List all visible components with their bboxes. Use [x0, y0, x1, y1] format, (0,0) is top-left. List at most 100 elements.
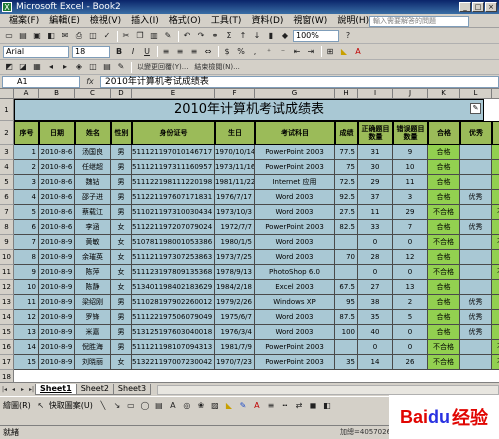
- align-center-icon[interactable]: ≡: [174, 46, 186, 58]
- table-cell[interactable]: 11: [14, 295, 39, 310]
- name-box[interactable]: A1: [2, 75, 80, 88]
- autosum-icon[interactable]: Σ: [223, 30, 235, 42]
- clipart-icon[interactable]: ❀: [195, 400, 207, 412]
- table-cell[interactable]: 女: [111, 280, 132, 295]
- header-cell[interactable]: 正确题目数量: [358, 121, 393, 145]
- oval-icon[interactable]: ◯: [139, 400, 151, 412]
- table-cell[interactable]: 14: [358, 355, 393, 370]
- decrease-decimal-icon[interactable]: ⁻: [277, 46, 289, 58]
- chart-icon[interactable]: ▮: [265, 30, 277, 42]
- header-cell[interactable]: 优秀: [460, 121, 492, 145]
- comment-icon[interactable]: ◪: [17, 61, 29, 73]
- row-header-15[interactable]: 15: [0, 325, 14, 340]
- picture-icon[interactable]: ▨: [209, 400, 221, 412]
- table-cell[interactable]: 4: [14, 190, 39, 205]
- table-cell[interactable]: Word 2003: [255, 205, 335, 220]
- line-style-icon[interactable]: ≡: [265, 400, 277, 412]
- percent-icon[interactable]: %: [235, 46, 247, 58]
- table-cell[interactable]: 0: [358, 265, 393, 280]
- table-cell[interactable]: 31: [358, 145, 393, 160]
- borders-icon[interactable]: ⊞: [324, 46, 336, 58]
- table-cell[interactable]: 2010-8-6: [39, 205, 75, 220]
- help-search-input[interactable]: 輸入需要解答的問題: [369, 16, 469, 27]
- table-cell[interactable]: 29: [358, 175, 393, 190]
- increase-indent-icon[interactable]: ⇥: [305, 46, 317, 58]
- table-cell[interactable]: [335, 340, 358, 355]
- review-icon[interactable]: ◩: [3, 61, 15, 73]
- increase-decimal-icon[interactable]: ⁺: [263, 46, 275, 58]
- sort-desc-icon[interactable]: ↓: [251, 30, 263, 42]
- draw-menu-button[interactable]: 繪圖(R): [3, 400, 31, 412]
- table-cell[interactable]: 男: [111, 340, 132, 355]
- spelling-icon[interactable]: ✓: [101, 30, 113, 42]
- table-cell[interactable]: [460, 175, 492, 190]
- table-cell[interactable]: 511028197902260012: [132, 295, 215, 310]
- sort-asc-icon[interactable]: ↑: [237, 30, 249, 42]
- table-cell[interactable]: 任继超: [75, 160, 111, 175]
- table-cell[interactable]: 6: [14, 220, 39, 235]
- header-cell[interactable]: 合格: [492, 121, 499, 145]
- table-cell[interactable]: 95: [335, 295, 358, 310]
- align-right-icon[interactable]: ≡: [188, 46, 200, 58]
- print-preview-icon[interactable]: ◫: [87, 30, 99, 42]
- column-header-k[interactable]: K: [428, 89, 460, 99]
- table-cell[interactable]: 2010-8-6: [39, 160, 75, 175]
- table-cell[interactable]: 1984/2/18: [215, 280, 255, 295]
- table-cell[interactable]: 5: [393, 310, 428, 325]
- table-cell[interactable]: 15: [14, 355, 39, 370]
- table-cell[interactable]: 511123197809135368: [132, 265, 215, 280]
- table-cell[interactable]: [335, 235, 358, 250]
- previous-comment-icon[interactable]: ◂: [45, 61, 57, 73]
- draw-fill-color-icon[interactable]: ◣: [223, 400, 235, 412]
- table-cell[interactable]: 513221197007230042: [132, 355, 215, 370]
- table-cell[interactable]: PowerPoint 2003: [255, 220, 335, 235]
- table-cell[interactable]: 合格: [492, 160, 499, 175]
- column-header-b[interactable]: B: [39, 89, 75, 99]
- table-cell[interactable]: 0: [358, 235, 393, 250]
- table-cell[interactable]: 511221197607171831: [132, 190, 215, 205]
- table-cell[interactable]: 77.5: [335, 145, 358, 160]
- help-icon[interactable]: ?: [342, 30, 354, 42]
- table-cell[interactable]: [335, 265, 358, 280]
- table-cell[interactable]: Word 2003: [255, 325, 335, 340]
- table-cell[interactable]: PowerPoint 2003: [255, 160, 335, 175]
- line-color-icon[interactable]: ✎: [237, 400, 249, 412]
- table-cell[interactable]: 0: [393, 235, 428, 250]
- column-header-m[interactable]: M: [492, 89, 499, 99]
- sheet-tab-1[interactable]: Sheet1: [35, 384, 77, 395]
- table-cell[interactable]: 9: [14, 265, 39, 280]
- menu-edit[interactable]: 編輯(E): [44, 14, 85, 28]
- table-cell[interactable]: 9: [393, 145, 428, 160]
- table-cell[interactable]: 7: [14, 235, 39, 250]
- table-cell[interactable]: 2010-8-9: [39, 265, 75, 280]
- table-cell[interactable]: 70: [335, 250, 358, 265]
- table-cell[interactable]: 合格: [492, 145, 499, 160]
- table-cell[interactable]: 2010-8-9: [39, 355, 75, 370]
- new-icon[interactable]: ▭: [3, 30, 15, 42]
- table-cell[interactable]: 1981/7/9: [215, 340, 255, 355]
- undo-icon[interactable]: ↶: [181, 30, 193, 42]
- table-cell[interactable]: Word 2003: [255, 190, 335, 205]
- table-cell[interactable]: 75: [335, 160, 358, 175]
- table-cell[interactable]: 1980/1/5: [215, 235, 255, 250]
- italic-icon[interactable]: I: [127, 46, 139, 58]
- table-cell[interactable]: 不合格: [428, 340, 460, 355]
- row-header-3[interactable]: 3: [0, 145, 14, 160]
- menu-data[interactable]: 資料(D): [246, 14, 288, 28]
- table-cell[interactable]: 2: [393, 295, 428, 310]
- table-cell[interactable]: 2010-8-9: [39, 295, 75, 310]
- table-cell[interactable]: 不合格: [428, 205, 460, 220]
- table-cell[interactable]: [460, 355, 492, 370]
- table-cell[interactable]: 合格: [428, 160, 460, 175]
- redo-icon[interactable]: ↷: [195, 30, 207, 42]
- table-cell[interactable]: 罗锋: [75, 310, 111, 325]
- table-cell[interactable]: 2010-8-9: [39, 340, 75, 355]
- table-cell[interactable]: 米嘉: [75, 325, 111, 340]
- table-cell[interactable]: 510781198001053386: [132, 235, 215, 250]
- close-button[interactable]: ×: [485, 2, 497, 12]
- table-cell[interactable]: 11: [358, 205, 393, 220]
- row-header-9[interactable]: 9: [0, 235, 14, 250]
- currency-icon[interactable]: $: [221, 46, 233, 58]
- menu-format[interactable]: 格式(O): [164, 14, 206, 28]
- table-cell[interactable]: 黄敏: [75, 235, 111, 250]
